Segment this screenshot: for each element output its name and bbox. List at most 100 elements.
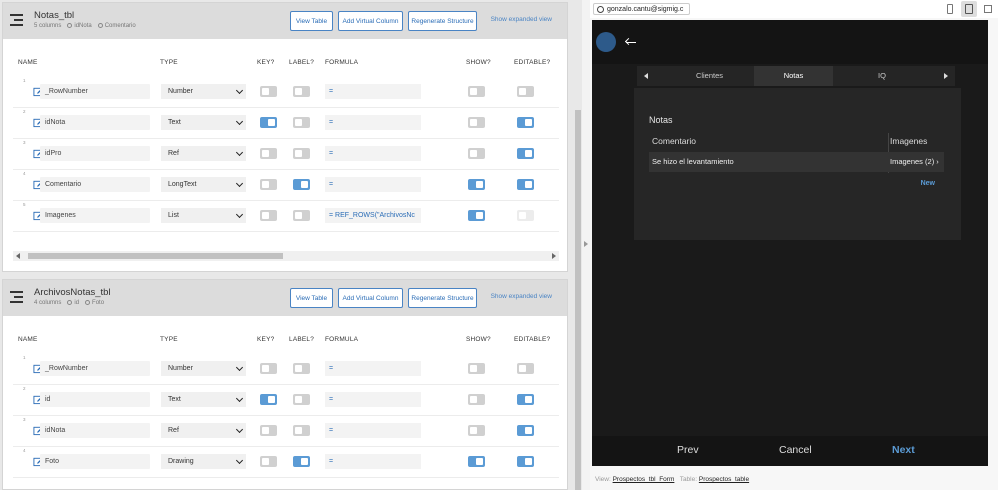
editable-toggle[interactable] [517, 456, 534, 467]
column-name-input[interactable]: Imagenes [40, 208, 150, 223]
list-item[interactable]: Se hizo el levantamiento Imagenes (2) › [649, 152, 944, 172]
row-imagenes-link[interactable]: Imagenes (2) › [890, 157, 939, 166]
label-toggle[interactable] [293, 363, 310, 374]
scroll-left-icon[interactable] [16, 253, 20, 259]
view-table-button[interactable]: View Table [290, 288, 333, 308]
show-toggle[interactable] [468, 210, 485, 221]
show-expanded-view-link[interactable]: Show expanded view [491, 16, 552, 23]
scroll-right-icon[interactable] [552, 253, 556, 259]
prev-button[interactable]: Prev [677, 444, 699, 456]
column-type-select[interactable]: List [161, 208, 246, 223]
formula-input[interactable]: = [325, 454, 421, 469]
key-toggle[interactable] [260, 394, 277, 405]
formula-input[interactable]: = [325, 361, 421, 376]
pane-splitter[interactable] [582, 0, 590, 490]
regenerate-structure-button[interactable]: Regenerate Structure [408, 288, 477, 308]
table-collapse-icon[interactable] [10, 14, 23, 26]
key-toggle[interactable] [260, 179, 277, 190]
editable-toggle[interactable] [517, 394, 534, 405]
column-name-input[interactable]: Comentario [40, 177, 150, 192]
view-info: View: Prospectos_tbl_Form Table: Prospec… [595, 476, 750, 483]
preview-user-field[interactable]: gonzalo.cantu@sigmig.c [593, 3, 690, 15]
formula-input[interactable]: = [325, 392, 421, 407]
column-type-select[interactable]: Ref [161, 146, 246, 161]
column-type-select[interactable]: Text [161, 115, 246, 130]
tab-left-arrow-icon[interactable] [644, 73, 648, 79]
key-toggle[interactable] [260, 425, 277, 436]
key-toggle[interactable] [260, 117, 277, 128]
key-toggle[interactable] [260, 148, 277, 159]
column-name-input[interactable]: Foto [40, 454, 150, 469]
view-name-link[interactable]: Prospectos_tbl_Form [613, 476, 675, 483]
back-arrow-icon[interactable] [624, 37, 636, 46]
next-button[interactable]: Next [892, 444, 915, 456]
formula-input[interactable]: = REF_ROWS("ArchivosNc [325, 208, 421, 223]
tab-clientes[interactable]: Clientes [667, 66, 752, 86]
editable-toggle[interactable] [517, 425, 534, 436]
formula-input[interactable]: = [325, 115, 421, 130]
key-toggle[interactable] [260, 210, 277, 221]
table-name-link[interactable]: Prospectos_table [699, 476, 749, 483]
column-type-select[interactable]: Number [161, 84, 246, 99]
add-virtual-column-button[interactable]: Add Virtual Column [338, 288, 403, 308]
column-type-select[interactable]: Drawing [161, 454, 246, 469]
label-toggle[interactable] [293, 456, 310, 467]
label-toggle[interactable] [293, 210, 310, 221]
column-name-input[interactable]: _RowNumber [40, 361, 150, 376]
show-toggle[interactable] [468, 86, 485, 97]
editable-toggle[interactable] [517, 117, 534, 128]
column-name-input[interactable]: _RowNumber [40, 84, 150, 99]
label-toggle[interactable] [293, 117, 310, 128]
show-toggle[interactable] [468, 117, 485, 128]
tab-notas[interactable]: Notas [754, 66, 833, 86]
formula-input[interactable]: = [325, 84, 421, 99]
column-name-input[interactable]: idNota [40, 115, 150, 130]
show-toggle[interactable] [468, 148, 485, 159]
tablet-view-button[interactable] [961, 1, 977, 17]
column-type-select[interactable]: Number [161, 361, 246, 376]
new-link[interactable]: New [921, 180, 935, 187]
horizontal-scrollbar[interactable] [13, 251, 559, 261]
cancel-button[interactable]: Cancel [779, 444, 812, 456]
view-table-button[interactable]: View Table [290, 11, 333, 31]
editable-toggle[interactable] [517, 86, 534, 97]
formula-input[interactable]: = [325, 423, 421, 438]
formula-input[interactable]: = [325, 146, 421, 161]
label-toggle[interactable] [293, 425, 310, 436]
label-toggle[interactable] [293, 179, 310, 190]
show-toggle[interactable] [468, 179, 485, 190]
editor-vertical-scrollbar[interactable] [574, 0, 582, 490]
key-toggle[interactable] [260, 86, 277, 97]
phone-icon [947, 4, 953, 14]
editable-toggle[interactable] [517, 179, 534, 190]
column-name-input[interactable]: idNota [40, 423, 150, 438]
label-toggle[interactable] [293, 86, 310, 97]
column-name-input[interactable]: id [40, 392, 150, 407]
open-external-button[interactable] [980, 1, 996, 17]
column-type-select[interactable]: Ref [161, 423, 246, 438]
label-toggle[interactable] [293, 148, 310, 159]
tab-iq[interactable]: IQ [837, 66, 927, 86]
column-name-input[interactable]: idPro [40, 146, 150, 161]
show-toggle[interactable] [468, 456, 485, 467]
formula-input[interactable]: = [325, 177, 421, 192]
show-toggle[interactable] [468, 363, 485, 374]
key-toggle[interactable] [260, 456, 277, 467]
editable-toggle[interactable] [517, 210, 534, 221]
tab-right-arrow-icon[interactable] [944, 73, 948, 79]
add-virtual-column-button[interactable]: Add Virtual Column [338, 11, 403, 31]
editable-toggle[interactable] [517, 363, 534, 374]
editable-toggle[interactable] [517, 148, 534, 159]
regenerate-structure-button[interactable]: Regenerate Structure [408, 11, 477, 31]
table-collapse-icon[interactable] [10, 291, 23, 303]
show-toggle[interactable] [468, 425, 485, 436]
show-expanded-view-link[interactable]: Show expanded view [491, 293, 552, 300]
phone-view-button[interactable] [942, 1, 958, 17]
column-type-select[interactable]: LongText [161, 177, 246, 192]
column-type-select[interactable]: Text [161, 392, 246, 407]
label-toggle[interactable] [293, 394, 310, 405]
collapse-arrow-icon[interactable] [584, 241, 588, 247]
key-toggle[interactable] [260, 363, 277, 374]
show-toggle[interactable] [468, 394, 485, 405]
app-tab-bar: Clientes Notas IQ [637, 66, 955, 86]
